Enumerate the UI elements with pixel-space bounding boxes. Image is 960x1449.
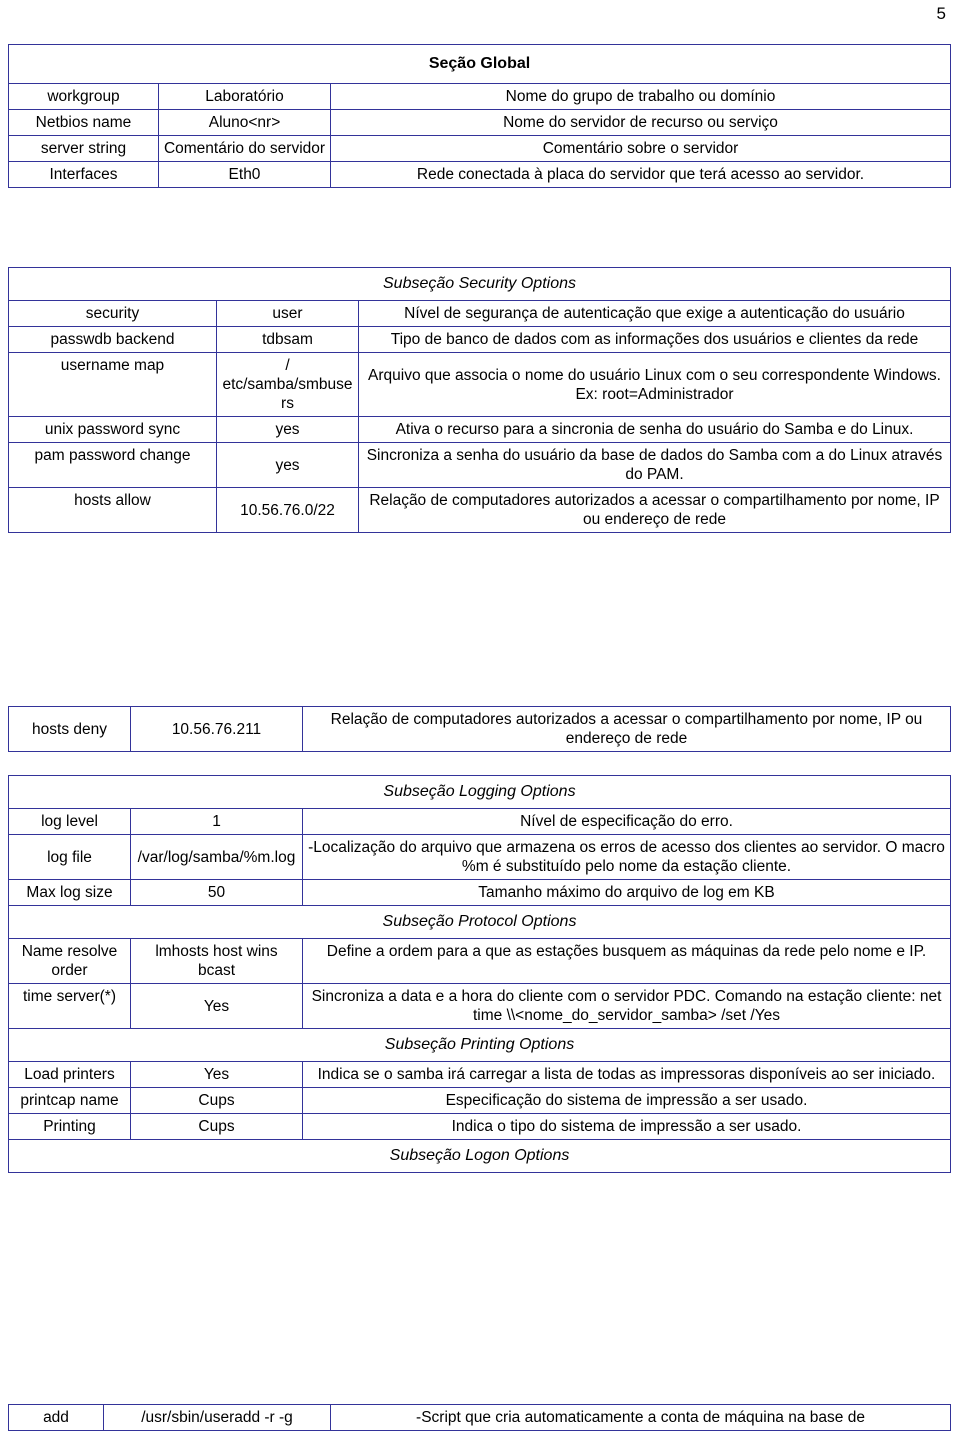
- row-value: /var/log/samba/%m.log: [130, 834, 303, 880]
- row-description: Relação de computadores autorizados a ac…: [302, 706, 951, 752]
- row-description: Sincroniza a data e a hora do cliente co…: [302, 983, 951, 1029]
- row-key: Interfaces: [8, 161, 159, 188]
- row-description: Tipo de banco de dados com as informaçõe…: [357, 326, 952, 353]
- row-value: Yes: [130, 983, 303, 1029]
- subsection-title-row: Subseção Logon Options: [8, 1139, 951, 1173]
- row-key: add: [8, 1404, 104, 1431]
- section-title-row: Seção Global: [7, 44, 952, 84]
- row-value: Yes: [130, 1061, 303, 1088]
- row-value: lmhosts host wins bcast: [130, 938, 303, 984]
- hosts-deny-table: hosts deny 10.56.76.211 Relação de compu…: [8, 706, 951, 752]
- row-value: tdbsam: [216, 326, 359, 353]
- subsection-title-protocol: Subseção Protocol Options: [8, 905, 951, 939]
- row-description: Nome do grupo de trabalho ou domínio: [329, 83, 952, 110]
- row-value: 10.56.76.211: [130, 706, 303, 752]
- row-description: Tamanho máximo do arquivo de log em KB: [302, 879, 951, 906]
- row-key: hosts allow: [8, 487, 217, 533]
- row-value: Eth0: [158, 161, 331, 188]
- table-row: hosts deny 10.56.76.211 Relação de compu…: [8, 706, 951, 752]
- table-row: workgroup Laboratório Nome do grupo de t…: [8, 83, 952, 110]
- row-key: Max log size: [8, 879, 131, 906]
- row-key: passwdb backend: [8, 326, 217, 353]
- table-row: log file /var/log/samba/%m.log -Localiza…: [8, 834, 951, 880]
- row-description: Especificação do sistema de impressão a …: [302, 1087, 951, 1114]
- table-row: Netbios name Aluno<nr> Nome do servidor …: [8, 109, 952, 136]
- security-section-table: Subseção Security Options security user …: [7, 267, 952, 533]
- row-value: 10.56.76.0/22: [216, 487, 359, 533]
- row-key: time server(*): [8, 983, 131, 1029]
- table-row: Printing Cups Indica o tipo do sistema d…: [8, 1113, 951, 1140]
- table-row: passwdb backend tdbsam Tipo de banco de …: [8, 326, 952, 353]
- row-description: Arquivo que associa o nome do usuário Li…: [357, 352, 952, 417]
- row-key: pam password change: [8, 442, 217, 488]
- global-section-table: Seção Global workgroup Laboratório Nome …: [7, 44, 952, 188]
- row-description: Sincroniza a senha do usuário da base de…: [357, 442, 952, 488]
- row-key: server string: [8, 135, 159, 162]
- row-description: Indica o tipo do sistema de impressão a …: [302, 1113, 951, 1140]
- table-row: username map / etc/samba/smbusers Arquiv…: [8, 352, 952, 417]
- subsection-title-logon: Subseção Logon Options: [8, 1139, 951, 1173]
- row-value: user: [216, 300, 359, 327]
- subsection-title-row: Subseção Logging Options: [8, 775, 951, 809]
- row-description: Nome do servidor de recurso ou serviço: [329, 109, 952, 136]
- row-description: Ativa o recurso para a sincronia de senh…: [357, 416, 952, 443]
- row-value: Cups: [130, 1113, 303, 1140]
- row-value: yes: [216, 416, 359, 443]
- row-description: Rede conectada à placa do servidor que t…: [329, 161, 952, 188]
- table-row: security user Nível de segurança de aute…: [8, 300, 952, 327]
- row-description: Nível de segurança de autenticação que e…: [357, 300, 952, 327]
- table-row: Name resolve order lmhosts host wins bca…: [8, 938, 951, 984]
- subsection-title-security: Subseção Security Options: [7, 267, 952, 301]
- table-row: unix password sync yes Ativa o recurso p…: [8, 416, 952, 443]
- table-row: server string Comentário do servidor Com…: [8, 135, 952, 162]
- row-value: Aluno<nr>: [158, 109, 331, 136]
- table-row: pam password change yes Sincroniza a sen…: [8, 442, 952, 488]
- row-description: Define a ordem para a que as estações bu…: [302, 938, 951, 984]
- row-description: Nível de especificação do erro.: [302, 808, 951, 835]
- subsection-title-row: Subseção Security Options: [7, 267, 952, 301]
- row-description: -Localização do arquivo que armazena os …: [302, 834, 951, 880]
- row-value: 1: [130, 808, 303, 835]
- row-value: 50: [130, 879, 303, 906]
- row-key: printcap name: [8, 1087, 131, 1114]
- subsection-title-logging: Subseção Logging Options: [8, 775, 951, 809]
- row-value: / etc/samba/smbusers: [216, 352, 359, 417]
- row-key: unix password sync: [8, 416, 217, 443]
- row-description: Relação de computadores autorizados a ac…: [357, 487, 952, 533]
- row-key: security: [8, 300, 217, 327]
- row-key: hosts deny: [8, 706, 131, 752]
- row-value: /usr/sbin/useradd -r -g: [103, 1404, 331, 1431]
- row-key: log level: [8, 808, 131, 835]
- row-key: username map: [8, 352, 217, 417]
- table-row: Load printers Yes Indica se o samba irá …: [8, 1061, 951, 1088]
- table-row: log level 1 Nível de especificação do er…: [8, 808, 951, 835]
- row-key: Printing: [8, 1113, 131, 1140]
- row-value: Laboratório: [158, 83, 331, 110]
- table-row: printcap name Cups Especificação do sist…: [8, 1087, 951, 1114]
- row-description: Comentário sobre o servidor: [329, 135, 952, 162]
- row-key: Load printers: [8, 1061, 131, 1088]
- row-value: yes: [216, 442, 359, 488]
- row-key: workgroup: [8, 83, 159, 110]
- row-description: Indica se o samba irá carregar a lista d…: [302, 1061, 951, 1088]
- logon-section-table: add /usr/sbin/useradd -r -g -Script que …: [8, 1404, 951, 1431]
- subsection-title-printing: Subseção Printing Options: [8, 1028, 951, 1062]
- row-description: -Script que cria automaticamente a conta…: [330, 1404, 951, 1431]
- row-key: Name resolve order: [8, 938, 131, 984]
- document-page: 5 Seção Global workgroup Laboratório Nom…: [0, 0, 960, 1449]
- table-row: Interfaces Eth0 Rede conectada à placa d…: [8, 161, 952, 188]
- row-key: log file: [8, 834, 131, 880]
- subsection-title-row: Subseção Printing Options: [8, 1028, 951, 1062]
- table-row: Max log size 50 Tamanho máximo do arquiv…: [8, 879, 951, 906]
- row-key: Netbios name: [8, 109, 159, 136]
- table-row: hosts allow 10.56.76.0/22 Relação de com…: [8, 487, 952, 533]
- logging-section-table: Subseção Logging Options log level 1 Nív…: [8, 775, 951, 1173]
- row-value: Comentário do servidor: [158, 135, 331, 162]
- table-row: time server(*) Yes Sincroniza a data e a…: [8, 983, 951, 1029]
- table-row: add /usr/sbin/useradd -r -g -Script que …: [8, 1404, 951, 1431]
- page-number: 5: [936, 4, 946, 23]
- row-value: Cups: [130, 1087, 303, 1114]
- subsection-title-row: Subseção Protocol Options: [8, 905, 951, 939]
- section-title: Seção Global: [7, 44, 952, 84]
